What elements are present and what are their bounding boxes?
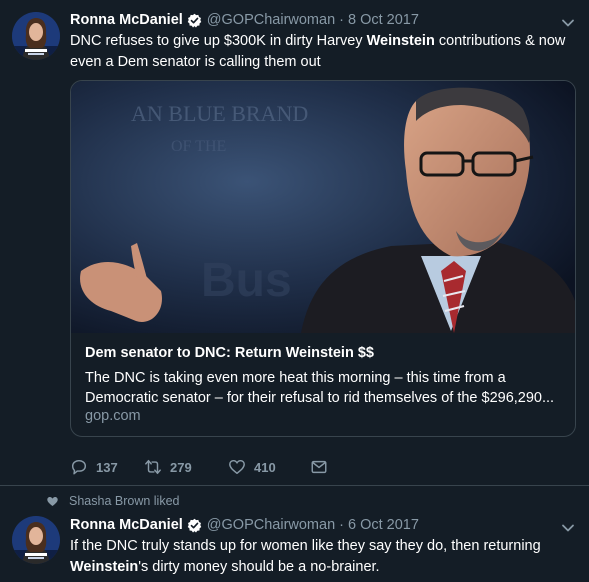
tweet-text-part: If the DNC truly stands up for women lik… [70, 538, 541, 554]
chevron-down-icon[interactable] [561, 521, 575, 535]
tweet-header: Ronna McDaniel @GOPChairwoman · 6 Oct 20… [70, 515, 419, 535]
reply-button[interactable]: 137 [70, 458, 144, 476]
svg-text:AN BLUE BRAND: AN BLUE BRAND [131, 101, 308, 126]
tweet-text-part: 's dirty money should be a no-brainer. [138, 559, 380, 575]
author-name[interactable]: Ronna McDaniel [70, 517, 183, 533]
retweet-count: 279 [170, 459, 192, 475]
reply-icon [71, 459, 87, 475]
like-count: 410 [254, 459, 276, 475]
card-title[interactable]: Dem senator to DNC: Return Weinstein $$ [85, 345, 374, 361]
verified-badge-icon [187, 13, 202, 28]
retweet-button[interactable]: 279 [144, 458, 228, 476]
tweet-actions: 137 279 410 [70, 456, 336, 478]
link-card[interactable]: AN BLUE BRAND OF THE Bus Dem senator to … [70, 80, 576, 437]
tweet-header: Ronna McDaniel @GOPChairwoman · 8 Oct 20… [70, 10, 419, 30]
separator-dot: · [339, 12, 344, 28]
photo-speaker-at-podium-icon: AN BLUE BRAND OF THE Bus [71, 81, 575, 333]
tweet-text-bold: Weinstein [366, 33, 435, 49]
tweet[interactable]: Ronna McDaniel @GOPChairwoman · 8 Oct 20… [0, 0, 589, 486]
tweet-text: DNC refuses to give up $300K in dirty Ha… [70, 31, 570, 73]
tweet-date[interactable]: 6 Oct 2017 [348, 517, 419, 533]
tweet-text-bold: Weinstein [70, 559, 139, 575]
heart-icon [229, 459, 245, 475]
reply-count: 137 [96, 459, 118, 475]
avatar[interactable] [12, 12, 60, 60]
tweet-text-part: DNC refuses to give up $300K in dirty Ha… [70, 33, 367, 49]
verified-badge-icon [187, 518, 202, 533]
envelope-icon [311, 460, 327, 474]
svg-text:OF THE: OF THE [171, 138, 226, 155]
like-button[interactable]: 410 [228, 458, 310, 476]
direct-message-button[interactable] [310, 458, 336, 476]
card-image[interactable]: AN BLUE BRAND OF THE Bus [71, 81, 575, 333]
author-handle[interactable]: @GOPChairwoman [207, 517, 335, 533]
chevron-down-icon[interactable] [561, 16, 575, 30]
author-name[interactable]: Ronna McDaniel [70, 12, 183, 28]
tweet-text: If the DNC truly stands up for women lik… [70, 536, 570, 578]
card-domain: gop.com [85, 408, 141, 424]
author-handle[interactable]: @GOPChairwoman [207, 12, 335, 28]
avatar[interactable] [12, 516, 60, 564]
svg-text:Bus: Bus [201, 254, 292, 307]
profile-photo-icon [12, 12, 60, 60]
separator-dot: · [339, 517, 344, 533]
tweet-date[interactable]: 8 Oct 2017 [348, 12, 419, 28]
card-description: The DNC is taking even more heat this mo… [85, 370, 555, 406]
profile-photo-icon [12, 516, 60, 564]
retweet-icon [145, 459, 161, 475]
tweet[interactable]: Ronna McDaniel @GOPChairwoman · 6 Oct 20… [0, 486, 589, 582]
